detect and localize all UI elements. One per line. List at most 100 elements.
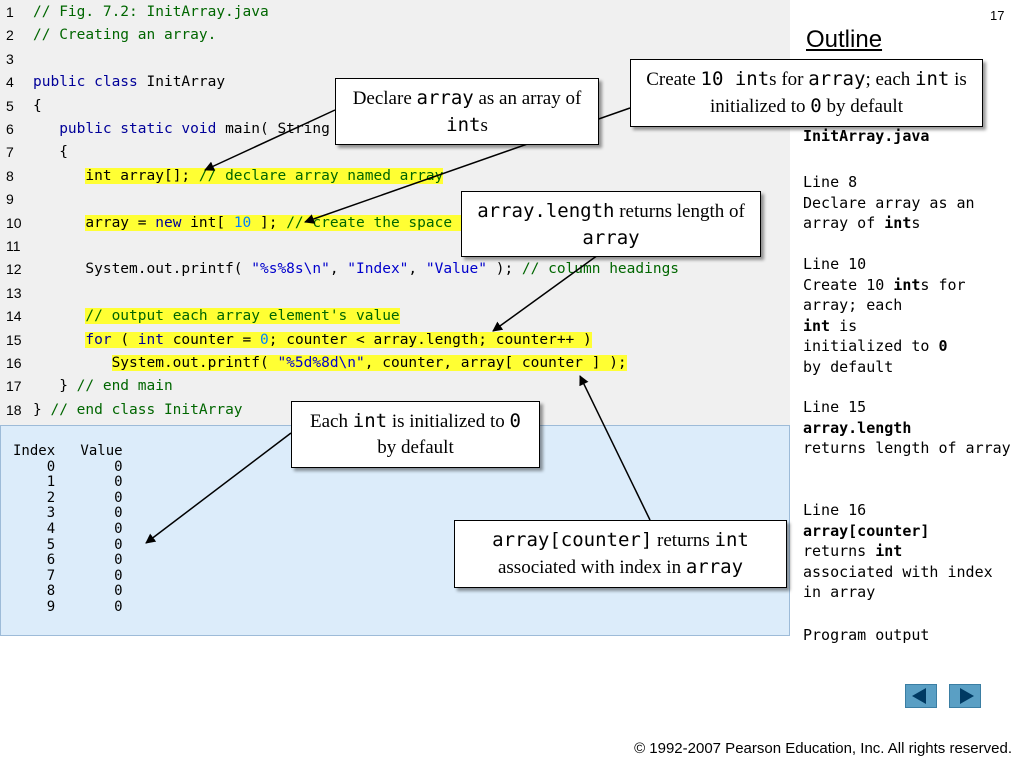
callout-text: Create — [646, 69, 701, 90]
output-line: 7 0 — [13, 567, 123, 584]
code-token: // end main — [76, 378, 173, 395]
code-token: // Fig. 7.2: InitArray.java — [33, 4, 269, 20]
code-token: 0 — [260, 331, 269, 348]
line-number: 11 — [6, 238, 21, 254]
code-token: } — [33, 378, 77, 395]
sidebar-note: Line 8 Declare array as an array of ints — [803, 172, 1018, 234]
callout-text: by default — [821, 96, 903, 117]
sidebar-note-text: array[counter] — [803, 521, 930, 540]
line-number: 16 — [6, 355, 22, 371]
callout-text: int — [352, 410, 388, 432]
sidebar-note-text: s — [911, 214, 921, 232]
line-number: 17 — [6, 378, 22, 395]
code-token: int[ — [190, 214, 234, 231]
sidebar-note: Program output — [803, 625, 1018, 646]
code-token: "%s%8s\n" — [251, 261, 330, 278]
code-token: , — [408, 261, 426, 278]
callout-text: Each — [310, 411, 353, 432]
sidebar-note-text: returns length of array — [803, 439, 1011, 457]
code-token: ; counter < array.length; counter++ ) — [268, 331, 592, 348]
outline-title: Outline — [806, 26, 883, 53]
line-number: 7 — [6, 144, 14, 161]
code-token: System.out.printf( — [111, 355, 278, 371]
code-token: // Creating an array. — [33, 27, 217, 44]
line-number: 13 — [6, 284, 22, 301]
code-token: int array[]; — [85, 167, 199, 184]
callout-text: array[counter] — [492, 529, 653, 551]
sidebar-file-name: InitArray.java — [803, 127, 930, 145]
code-token: 10 — [233, 214, 252, 231]
sidebar-note-text: Line 15 — [803, 398, 867, 416]
code-token: counter = — [172, 331, 261, 348]
copyright-notice: © 1992-2007 Pearson Education, Inc. All … — [634, 740, 1012, 757]
callout-text: 0 — [509, 410, 521, 432]
callout-text: ; each — [865, 69, 916, 90]
code-text: // output each array element's value — [33, 305, 400, 328]
line-number: 14 — [6, 308, 22, 325]
code-token: InitArray — [146, 74, 226, 91]
sidebar-note-text: by default — [803, 357, 894, 376]
line-number: 10 — [6, 214, 22, 231]
callout-text: associated with index in — [497, 557, 686, 578]
code-token: } — [33, 401, 51, 418]
callout-text: returns length of — [614, 201, 745, 222]
output-line: 9 0 — [13, 599, 123, 615]
sidebar-note-text: int — [803, 316, 831, 335]
line-number: 4 — [6, 74, 14, 91]
code-token: public class — [33, 74, 147, 91]
callout-text: array — [685, 556, 744, 578]
code-token: System.out.printf( — [33, 261, 252, 278]
line-number: 12 — [6, 261, 22, 278]
code-text: for ( int counter = 0; counter < array.l… — [33, 329, 592, 352]
output-line: 0 0 — [13, 458, 123, 475]
code-text: // Creating an array. — [33, 24, 216, 47]
code-text: System.out.printf( "%5d%8d\n", counter, … — [33, 352, 627, 375]
callout-create-ints: Create 10 ints for array; each int is in… — [630, 59, 983, 127]
line-number: 1 — [6, 4, 14, 20]
code-text: { — [33, 95, 42, 118]
code-token: array = — [85, 214, 156, 231]
sidebar-note-text: returns — [803, 542, 867, 560]
output-line: 5 0 — [13, 536, 123, 553]
output-line: 6 0 — [13, 552, 123, 569]
callout-array-counter: array[counter] returns int associated wi… — [454, 520, 787, 588]
code-token: int — [137, 331, 173, 348]
line-number: 15 — [6, 331, 22, 348]
callout-text: array — [416, 87, 474, 109]
prev-slide-button[interactable] — [905, 684, 937, 708]
sidebar-note: Line 15 array.length returns length of a… — [803, 397, 1018, 459]
callout-text: Declare — [352, 88, 417, 109]
code-token: new — [155, 214, 191, 231]
callout-text: s — [480, 115, 488, 136]
callout-text: int — [714, 529, 749, 551]
output-line: 4 0 — [13, 521, 123, 537]
callout-text: array — [808, 68, 866, 90]
callout-text: 0 — [810, 95, 822, 117]
sidebar-note: Line 10 Create 10 ints for array; each i… — [803, 254, 1018, 377]
code-token: ]; — [251, 214, 287, 231]
code-token: for — [85, 331, 121, 348]
output-line: 3 0 — [13, 505, 123, 522]
triangle-right-icon — [960, 688, 974, 704]
callout-text: array — [582, 227, 640, 249]
code-token: // output each array element's value — [85, 308, 400, 325]
callout-array-length: array.length returns length of array — [461, 191, 761, 257]
callout-text: returns — [652, 530, 715, 551]
next-slide-button[interactable] — [949, 684, 981, 708]
sidebar-note-text: int — [875, 542, 903, 560]
line-number: 9 — [6, 191, 14, 208]
triangle-left-icon — [912, 688, 926, 704]
sidebar-note-text: Program output — [803, 626, 930, 644]
code-token: { — [33, 97, 42, 114]
callout-text: by default — [377, 437, 454, 458]
output-line: 8 0 — [13, 583, 123, 600]
line-number: 2 — [6, 27, 14, 44]
sidebar-note-text: int — [884, 214, 912, 232]
line-number: 5 — [6, 97, 14, 114]
sidebar-note: Line 16 array[counter] returns int assoc… — [803, 500, 1018, 603]
